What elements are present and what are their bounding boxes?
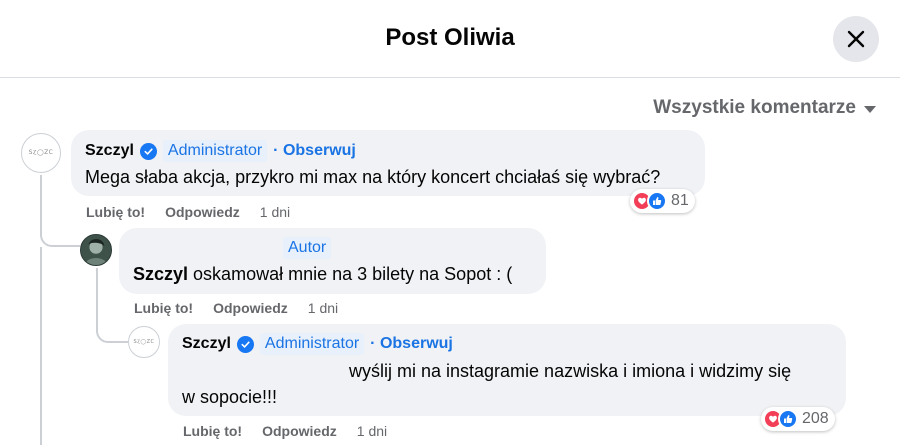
reply-button[interactable]: Odpowiedz [262,423,337,439]
like-button[interactable]: Lubię to! [86,204,145,220]
comment-meta: Szczyl Administrator · Obserwuj [182,333,453,355]
avatar[interactable]: SⲌ◯ZC [21,133,61,173]
reply-button[interactable]: Odpowiedz [165,204,240,220]
comment-text: oskamował mnie na 3 bilety na Sopot : ( [193,264,513,284]
post-dialog: Post Oliwia Wszystkie komentarze SⲌ◯ZC S… [0,0,900,445]
dialog-title: Post Oliwia [385,24,515,51]
avatar[interactable]: SⲌ◯ZC [128,326,160,358]
comment-text-line-2: w sopocie!!! [182,387,278,407]
like-button[interactable]: Lubię to! [183,423,242,439]
avatar-photo [81,235,111,265]
avatar-logo: SⲌ◯ZC [28,149,54,156]
role-badge: Autor [283,237,332,259]
role-badge: Administrator [162,140,268,162]
like-button[interactable]: Lubię to! [134,300,193,316]
comment-bubble: Szczyl Administrator · Obserwuj wyślij m… [168,324,846,416]
close-button[interactable] [833,16,879,62]
comment-bubble: Autor Szczyl oskamował mnie na 3 bilety … [119,228,546,294]
comment-author[interactable]: Szczyl [85,140,134,162]
comment-author[interactable]: Szczyl [182,333,231,355]
avatar[interactable] [80,234,112,266]
reply-button[interactable]: Odpowiedz [213,300,288,316]
comment-author[interactable]: Szczyl [133,264,188,284]
verified-badge-icon [236,335,254,353]
comment-timestamp[interactable]: 1 dni [308,300,338,316]
comment-actions: Lubię to! Odpowiedz 1 dni [86,204,290,220]
like-reaction-icon [778,409,798,429]
reaction-count: 208 [802,410,829,427]
thread-connector [40,247,42,445]
follow-link[interactable]: · Obserwuj [273,140,356,162]
caret-down-icon [864,106,876,113]
reaction-summary[interactable]: 208 [761,407,835,431]
comment-text: Mega słaba akcja, przykro mi max na któr… [85,167,661,187]
reaction-count: 81 [671,192,689,209]
comment-filter-dropdown[interactable]: Wszystkie komentarze [653,97,876,119]
like-reaction-icon [647,191,667,211]
comment-meta: Szczyl Administrator · Obserwuj [85,140,356,162]
close-icon [847,30,865,48]
reaction-summary[interactable]: 81 [630,189,695,213]
comment-filter-label: Wszystkie komentarze [653,97,856,118]
comment-timestamp[interactable]: 1 dni [357,423,387,439]
role-badge: Administrator [259,333,365,355]
comment-actions: Lubię to! Odpowiedz 1 dni [134,300,338,316]
verified-badge-icon [139,142,157,160]
comment-text-line-1: wyślij mi na instagramie nazwiska i imio… [349,361,792,381]
comment-timestamp[interactable]: 1 dni [260,204,290,220]
dialog-header: Post Oliwia [0,0,900,78]
follow-link[interactable]: · Obserwuj [370,333,453,355]
avatar-logo: SⲌ◯ZC [133,339,155,345]
comment-actions: Lubię to! Odpowiedz 1 dni [183,423,387,439]
comment-text-line: Szczyl oskamował mnie na 3 bilety na Sop… [133,261,512,287]
comment-bubble: Szczyl Administrator · Obserwuj Mega sła… [71,130,705,196]
